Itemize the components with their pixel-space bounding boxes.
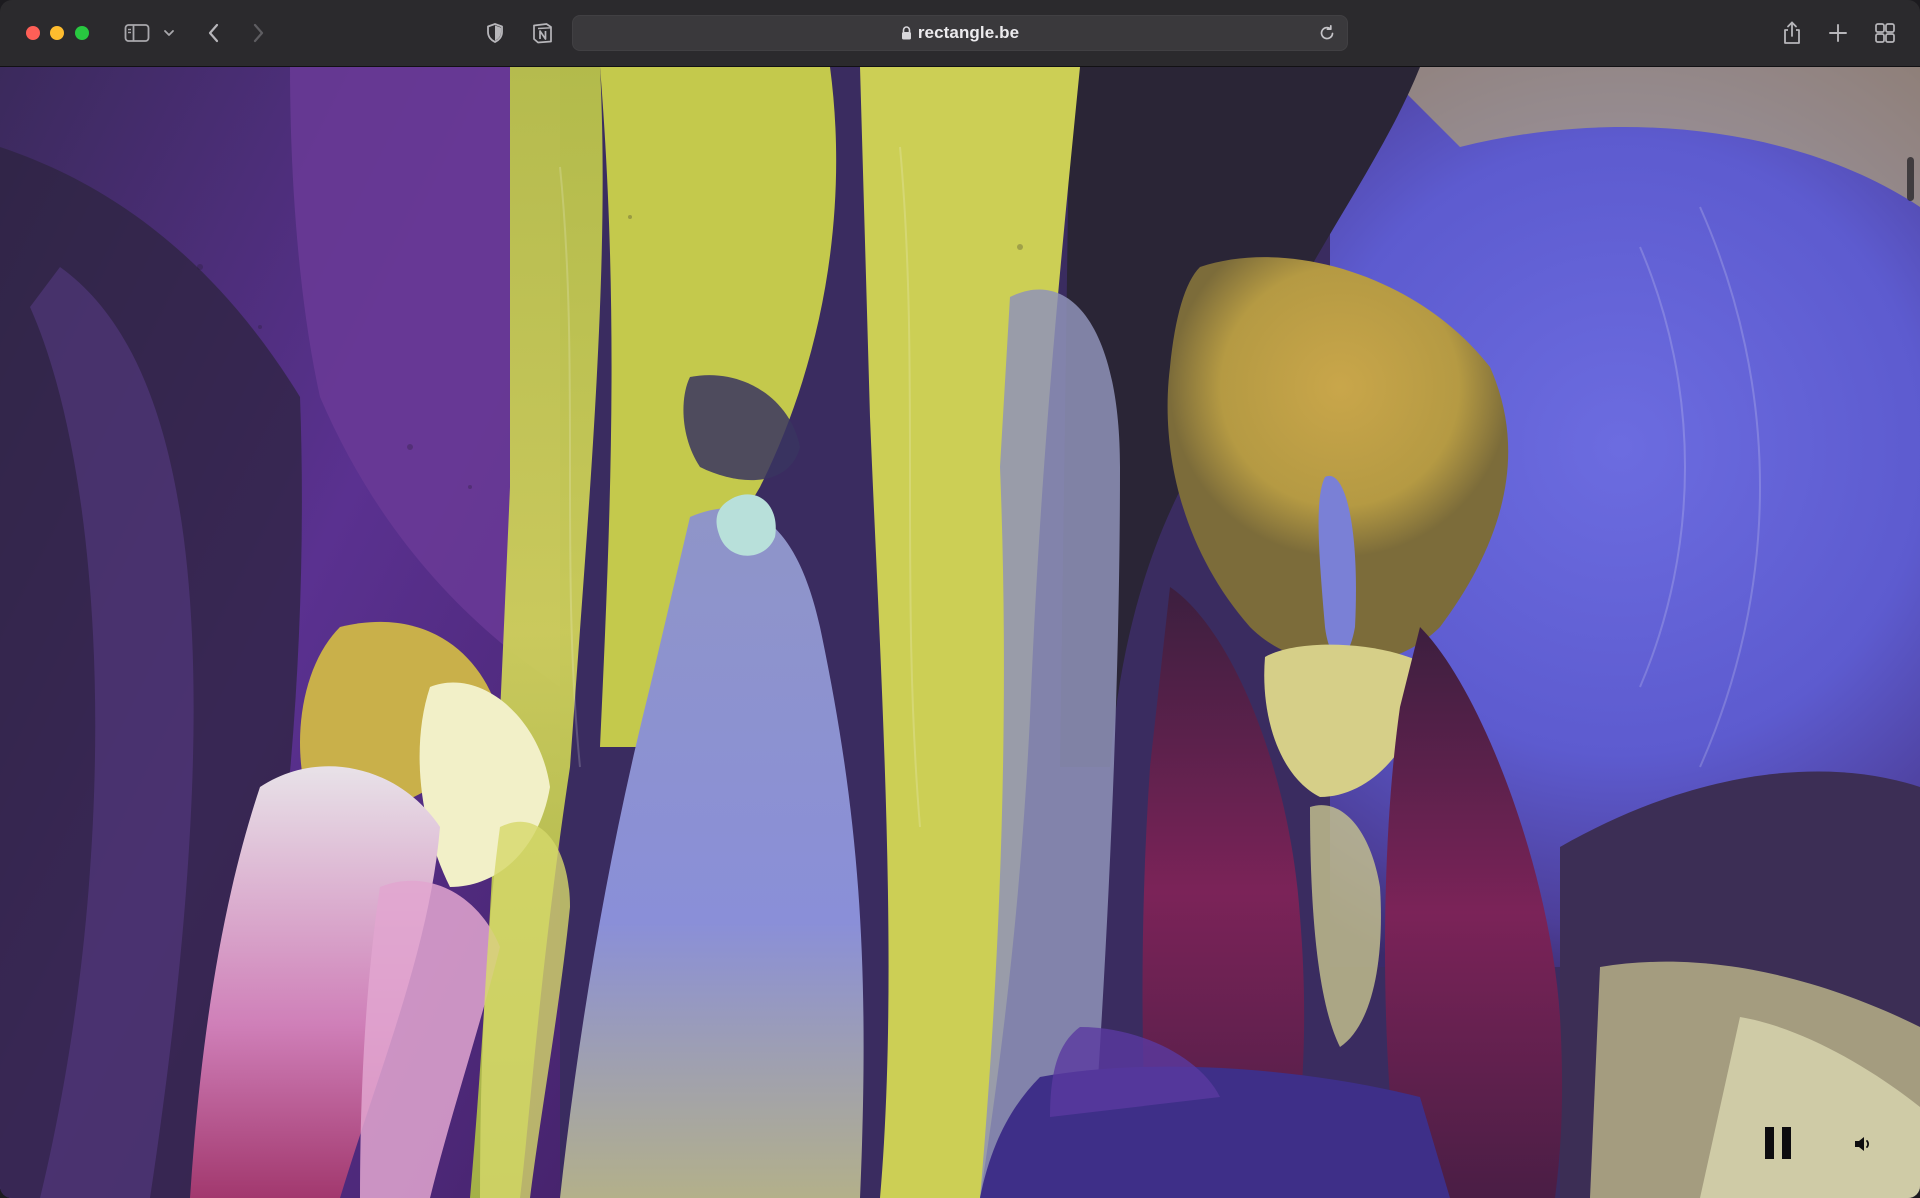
share-button[interactable]	[1778, 16, 1806, 50]
privacy-shield-icon	[487, 23, 503, 43]
share-icon	[1784, 21, 1800, 44]
back-button[interactable]	[202, 16, 226, 50]
video-pause-button[interactable]	[1748, 1113, 1808, 1173]
forward-button[interactable]	[246, 16, 270, 50]
browser-window: rectangle.be	[0, 0, 1920, 1198]
close-window-button[interactable]	[26, 26, 40, 40]
notion-extension-icon	[533, 23, 552, 44]
sidebar-toggle-button[interactable]	[122, 16, 152, 50]
maximize-window-button[interactable]	[75, 26, 89, 40]
back-icon	[208, 23, 219, 43]
sidebar-menu-button[interactable]	[161, 16, 177, 50]
reload-button[interactable]	[1318, 24, 1336, 47]
speaker-icon	[1855, 1137, 1870, 1151]
chevron-down-icon	[164, 30, 174, 36]
privacy-report-button[interactable]	[482, 16, 508, 50]
tab-overview-icon	[1875, 23, 1895, 43]
page-scrollbar-thumb[interactable]	[1907, 157, 1914, 201]
abstract-painting-video	[0, 67, 1920, 1198]
new-tab-button[interactable]	[1826, 16, 1850, 50]
browser-toolbar: rectangle.be	[0, 0, 1920, 67]
notion-extension-button[interactable]	[528, 16, 556, 50]
sidebar-toggle-icon	[124, 24, 150, 42]
address-bar[interactable]: rectangle.be	[572, 15, 1348, 51]
forward-icon	[253, 23, 264, 43]
tab-overview-button[interactable]	[1872, 16, 1898, 50]
url-display: rectangle.be	[572, 15, 1348, 51]
page-content	[0, 67, 1920, 1198]
new-tab-icon	[1829, 24, 1847, 42]
minimize-window-button[interactable]	[50, 26, 64, 40]
url-text: rectangle.be	[917, 23, 1020, 42]
reload-icon	[1320, 24, 1334, 40]
video-sound-button[interactable]	[1846, 1127, 1880, 1161]
pause-icon	[1765, 1127, 1791, 1159]
lock-icon	[901, 26, 911, 40]
